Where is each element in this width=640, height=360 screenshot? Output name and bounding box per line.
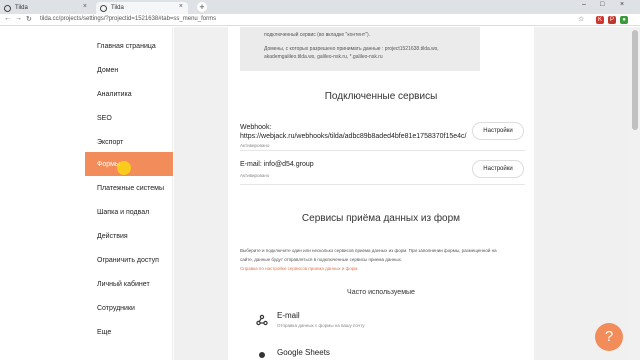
email-service-status: Активировано xyxy=(240,173,270,178)
sidebar-item-account[interactable]: Личный кабинет xyxy=(85,272,173,296)
divider xyxy=(240,184,525,185)
sidebar-item-payments[interactable]: Платежные системы xyxy=(85,176,173,200)
address-bar: ← → ↻ tilda.cc/projects/settings/?projec… xyxy=(0,14,640,26)
divider xyxy=(240,150,525,151)
sidebar-item-export[interactable]: Экспорт xyxy=(85,130,173,154)
google-sheets-item-title[interactable]: Google Sheets xyxy=(277,348,330,357)
receive-services-title: Сервисы приёма данных из форм xyxy=(301,213,461,224)
webhook-label: Webhook: xyxy=(240,124,272,131)
back-icon[interactable]: ← xyxy=(4,15,11,22)
scrollbar-thumb[interactable] xyxy=(632,30,638,130)
star-icon[interactable]: ☆ xyxy=(578,15,584,23)
webhook-settings-button[interactable]: Настройки xyxy=(472,122,524,140)
email-item-sub: Отправка данных с формы на вашу почту xyxy=(277,323,365,328)
sidebar-item-restrict-access[interactable]: Ограничить доступ xyxy=(85,248,173,272)
url-field[interactable]: tilda.cc/projects/settings/?projectid=15… xyxy=(40,16,216,22)
k-extension-icon[interactable]: K xyxy=(596,16,604,24)
tab-close-icon[interactable]: × xyxy=(83,3,87,10)
often-used-title: Часто используемые xyxy=(347,289,415,296)
tilda-tab-icon xyxy=(4,4,11,12)
tab-label: Tilda xyxy=(111,5,124,11)
green-extension-icon[interactable]: ● xyxy=(620,16,628,24)
tilda-tab-icon xyxy=(100,4,107,12)
close-window-icon[interactable]: × xyxy=(620,1,624,8)
sidebar-item-header-footer[interactable]: Шапка и подвал xyxy=(85,200,173,224)
forward-icon[interactable]: → xyxy=(15,15,22,22)
sidebar-item-domain[interactable]: Домен xyxy=(85,58,173,82)
tab-label: Tilda xyxy=(15,5,28,11)
sidebar-item-analytics[interactable]: Аналитика xyxy=(85,82,173,106)
maximize-icon[interactable]: □ xyxy=(600,1,604,8)
email-item-title[interactable]: E-mail xyxy=(277,311,300,320)
email-settings-button[interactable]: Настройки xyxy=(472,160,524,178)
webhook-icon xyxy=(256,314,268,326)
receive-description: Выберите и подключите один или несколько… xyxy=(240,246,510,273)
connected-services-title: Подключенные сервисы xyxy=(324,91,438,102)
help-button[interactable]: ? xyxy=(595,323,623,351)
mouse-cursor-highlight xyxy=(117,161,131,175)
sidebar-item-staff[interactable]: Сотрудники xyxy=(85,296,173,320)
webhook-url: https://webjack.ru/webhooks/tilda/adbc89… xyxy=(240,133,467,140)
browser-tab[interactable]: Tilda × xyxy=(0,2,92,14)
email-service-label: E-mail: info@d54.group xyxy=(240,161,314,168)
domains-info-box: подключенный сервис (во вкладке "контент… xyxy=(240,27,480,71)
settings-sidebar: Главная страница Домен Аналитика SEO Экс… xyxy=(85,27,173,360)
browser-tab[interactable]: Tilda × xyxy=(96,2,188,14)
new-tab-button[interactable]: + xyxy=(197,2,207,12)
tab-close-icon[interactable]: × xyxy=(179,3,183,10)
info-line: подключенный сервис (во вкладке "контент… xyxy=(264,32,371,38)
minimize-icon[interactable]: – xyxy=(582,1,586,8)
sidebar-item-more[interactable]: Еще xyxy=(85,320,173,344)
info-line: Домены, с которых разрешено принимать да… xyxy=(264,46,439,52)
help-link[interactable]: Справка по настройке сервисов приема дан… xyxy=(240,266,358,271)
browser-tabbar: Tilda × Tilda × + – □ × xyxy=(0,0,640,14)
google-sheets-icon xyxy=(259,352,265,358)
sidebar-item-actions[interactable]: Действия xyxy=(85,224,173,248)
info-line: akademgalileo.tilda.ws, galileo-nsk.ru, … xyxy=(264,54,383,60)
sidebar-item-home[interactable]: Главная страница xyxy=(85,34,173,58)
pdf-extension-icon[interactable]: P xyxy=(608,16,616,24)
reload-icon[interactable]: ↻ xyxy=(26,15,32,23)
sidebar-item-seo[interactable]: SEO xyxy=(85,106,173,130)
description-text: Выберите и подключите один или несколько… xyxy=(240,248,497,262)
settings-content xyxy=(228,27,534,360)
webhook-status: Активировано xyxy=(240,143,270,148)
